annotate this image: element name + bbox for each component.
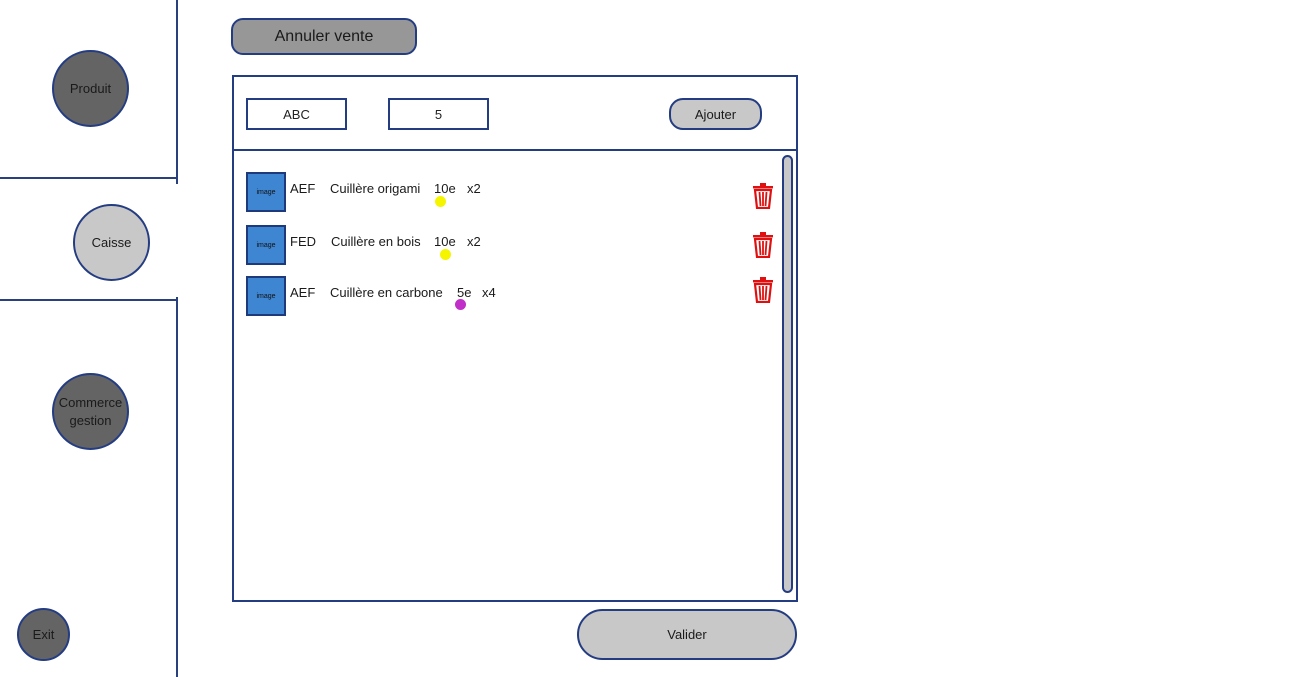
item-price: 10e	[434, 181, 456, 196]
validate-label: Valider	[667, 627, 707, 642]
sidebar-separator-2	[0, 299, 178, 301]
quantity-input[interactable]: 5	[388, 98, 489, 130]
item-name: Cuillère en carbone	[330, 285, 443, 300]
add-label: Ajouter	[694, 106, 737, 122]
add-button[interactable]: Ajouter	[669, 98, 762, 130]
sale-panel: ABC 5 Ajouter image AEF Cuillère origami…	[232, 75, 798, 602]
nav-caisse-button[interactable]: Caisse	[73, 204, 150, 281]
trash-icon[interactable]	[752, 277, 774, 303]
product-image-label: image	[256, 241, 276, 249]
item-status-dot	[455, 299, 466, 310]
sidebar-divider-top	[176, 0, 178, 184]
nav-commerce-label-line1: Commerce	[58, 394, 123, 410]
nav-commerce-gestion-button[interactable]: Commerce gestion	[52, 373, 129, 450]
panel-divider	[234, 149, 796, 151]
product-image-label: image	[256, 292, 276, 300]
trash-icon[interactable]	[752, 232, 774, 258]
quantity-value: 5	[434, 106, 443, 122]
item-status-dot	[435, 196, 446, 207]
item-status-dot	[440, 249, 451, 260]
product-code-input[interactable]: ABC	[246, 98, 347, 130]
trash-icon[interactable]	[752, 183, 774, 209]
item-list-scrollbar[interactable]	[782, 155, 793, 593]
nav-produit-label: Produit	[69, 80, 112, 96]
item-price: 10e	[434, 234, 456, 249]
item-code: AEF	[290, 285, 316, 300]
item-name: Cuillère origami	[330, 181, 421, 196]
item-code: AEF	[290, 181, 316, 196]
sale-item: image AEF Cuillère en carbone 5e x4	[246, 276, 773, 316]
item-quantity: x4	[482, 285, 496, 300]
product-code-value: ABC	[283, 106, 310, 122]
validate-button[interactable]: Valider	[577, 609, 797, 660]
item-quantity: x2	[467, 234, 481, 249]
nav-caisse-label: Caisse	[91, 234, 132, 250]
sale-item: image FED Cuillère en bois 10e x2	[246, 225, 773, 265]
exit-button[interactable]: Exit	[17, 608, 70, 661]
item-quantity: x2	[467, 181, 481, 196]
nav-produit-button[interactable]: Produit	[52, 50, 129, 127]
item-code: FED	[290, 234, 316, 249]
item-price: 5e	[457, 285, 472, 300]
product-image: image	[246, 172, 286, 212]
product-image-label: image	[256, 188, 276, 196]
cancel-sale-label: Annuler vente	[274, 27, 374, 45]
product-image: image	[246, 276, 286, 316]
product-image: image	[246, 225, 286, 265]
item-name: Cuillère en bois	[331, 234, 421, 249]
nav-commerce-gestion-label: Commerce gestion	[59, 394, 123, 430]
sidebar-divider-bottom	[176, 297, 178, 677]
sidebar-separator-1	[0, 177, 178, 179]
exit-label: Exit	[32, 626, 55, 642]
nav-commerce-label-line2: gestion	[69, 412, 112, 428]
sale-item: image AEF Cuillère origami 10e x2	[246, 172, 773, 212]
cancel-sale-button[interactable]: Annuler vente	[231, 18, 417, 55]
app-window: Produit Caisse Commerce gestion Exit Ann…	[0, 0, 1310, 677]
